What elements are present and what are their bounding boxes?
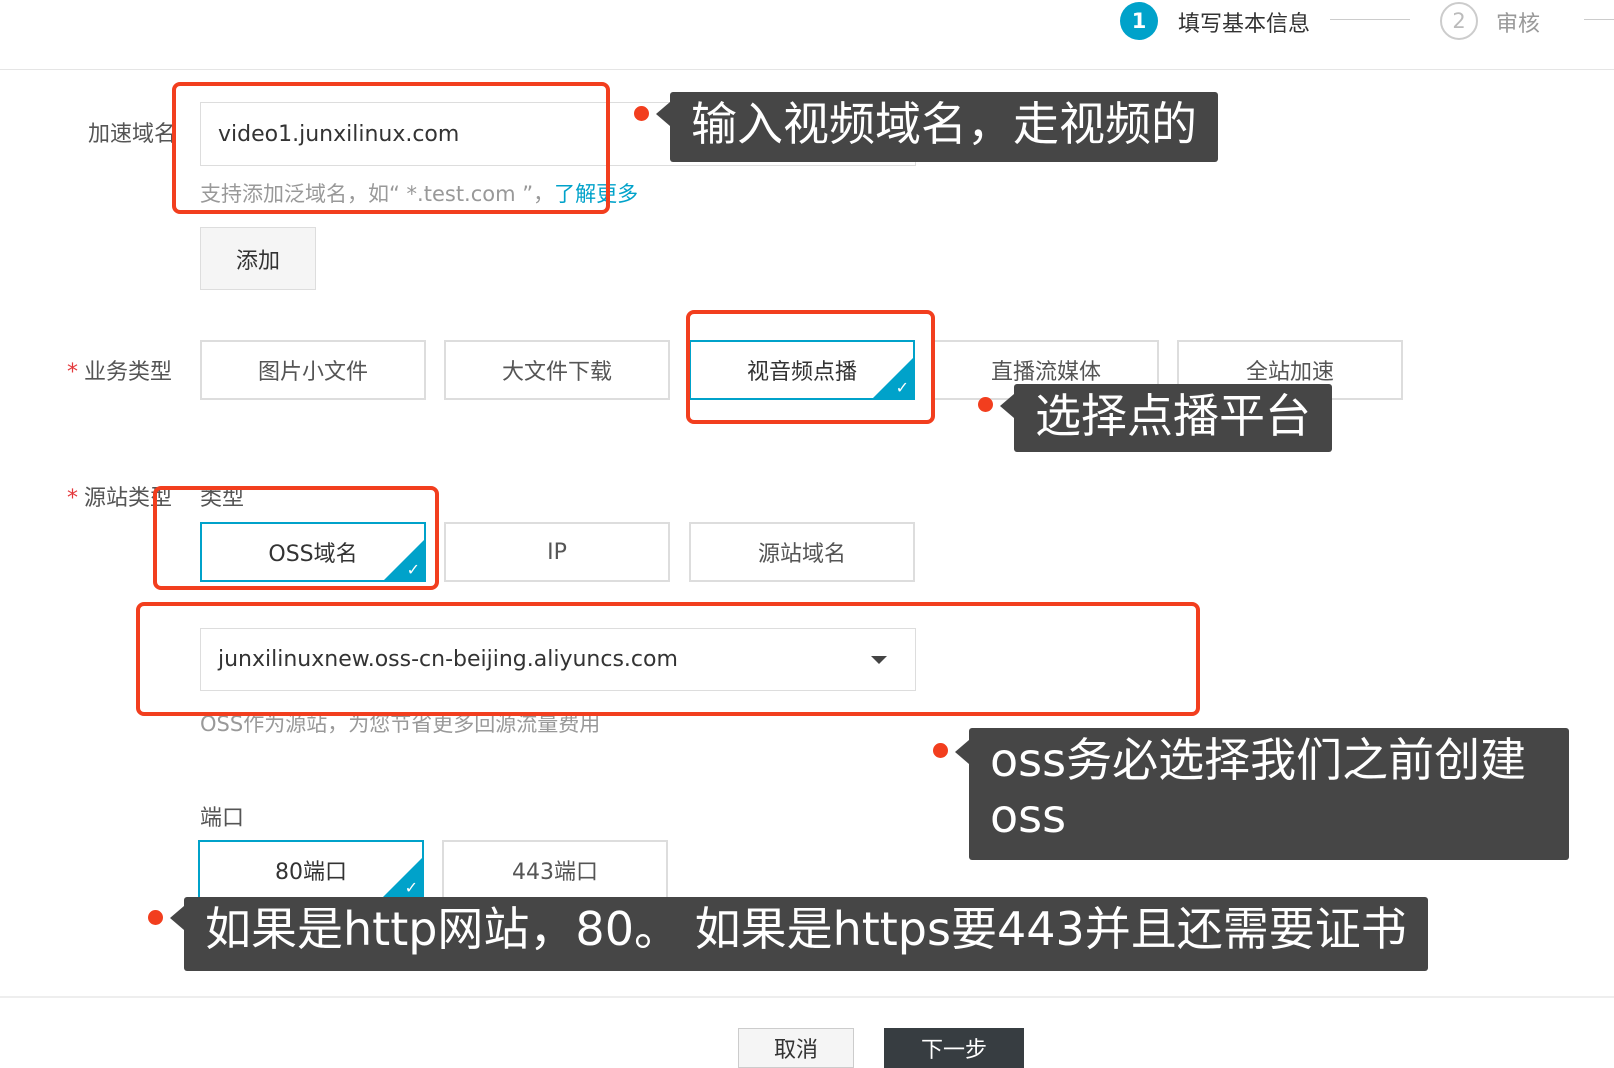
annotation-dot [978,397,993,412]
port-option-443[interactable]: 443端口 [442,840,668,900]
annotation-box-origin-select [136,602,1200,716]
annotation-pointer [170,906,184,930]
annotation-oss-note-line1: oss务必选择我们之前创建 [990,733,1527,787]
annotation-pointer [656,102,670,126]
header-divider [0,69,1614,70]
annotation-dot [933,743,948,758]
port-option-80[interactable]: 80端口 ✓ [198,840,424,900]
origin-option-domain[interactable]: 源站域名 [689,522,915,582]
step-1-label: 填写基本信息 [1178,12,1311,37]
step-separator [1330,19,1410,20]
required-marker: * [67,486,78,511]
business-option-download[interactable]: 大文件下载 [444,340,670,400]
annotation-box-business [686,310,935,424]
step-2-circle: 2 [1440,2,1478,40]
check-icon: ✓ [404,878,418,897]
required-marker: * [67,360,78,385]
footer-divider [0,996,1614,998]
cancel-button[interactable]: 取消 [738,1028,854,1068]
step-separator [1584,19,1614,20]
annotation-dot [634,106,649,121]
business-type-label: * 业务类型 [67,354,172,386]
origin-option-ip[interactable]: IP [444,522,670,582]
business-option-image[interactable]: 图片小文件 [200,340,426,400]
next-button[interactable]: 下一步 [884,1028,1024,1068]
annotation-dot [148,910,163,925]
step-2-label: 审核 [1496,12,1541,37]
port-option-80-label: 80端口 [275,860,347,885]
annotation-business-note: 选择点播平台 [1014,384,1332,452]
port-label: 端口 [200,806,245,831]
domain-label: 加速域名 [88,122,177,147]
annotation-domain-note: 输入视频域名，走视频的 [670,92,1218,162]
annotation-port-note: 如果是http网站，80。 如果是https要443并且还需要证书 [184,897,1428,971]
annotation-oss-note-line2: oss [990,789,1067,843]
annotation-pointer [1000,394,1014,418]
annotation-oss-note: oss务必选择我们之前创建 oss [969,728,1569,860]
business-type-label-text: 业务类型 [84,360,173,385]
annotation-box-domain [172,82,610,214]
add-domain-button[interactable]: 添加 [200,227,316,290]
annotation-pointer [955,740,969,764]
annotation-box-origin-type [153,486,439,590]
step-1-circle: 1 [1120,2,1158,40]
